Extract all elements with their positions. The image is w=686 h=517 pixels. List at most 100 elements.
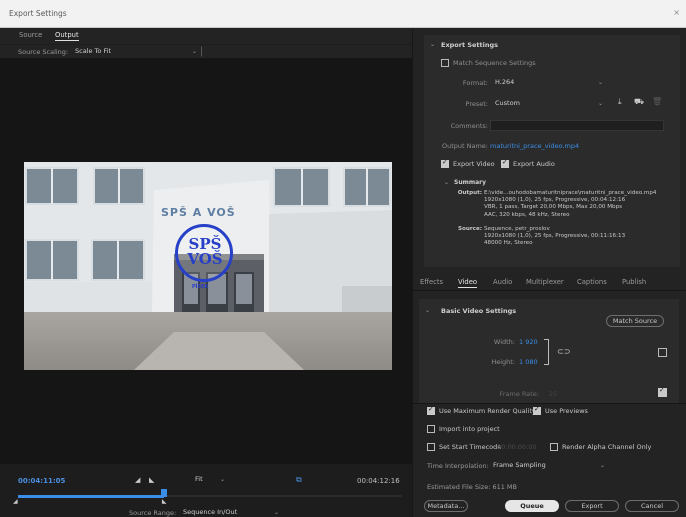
zoom-fit-dropdown[interactable]: Fit ⌄ — [190, 474, 230, 485]
summary-source-label: Source: — [458, 226, 482, 232]
chevron-down-icon: ⌄ — [597, 100, 603, 107]
export-video-label: Export Video — [453, 160, 495, 168]
use-previews-checkbox[interactable] — [533, 405, 541, 415]
source-scaling-dropdown[interactable]: Scale To Fit ⌄ — [70, 46, 202, 57]
source-scaling-value: Scale To Fit — [75, 47, 112, 55]
aspect-ratio-icon[interactable]: ⧉ — [296, 475, 302, 485]
chevron-down-icon: ⌄ — [191, 48, 197, 55]
queue-button[interactable]: Queue — [505, 500, 559, 512]
logo-subtitle: PÍSEK — [192, 284, 209, 290]
link-icon[interactable]: ⊂⊃ — [557, 347, 570, 356]
in-point-marker-icon[interactable]: ◢ — [13, 498, 18, 505]
collapse-chevron-icon[interactable]: ⌄ — [430, 41, 435, 48]
tab-multiplexer[interactable]: Multiplexer — [526, 278, 564, 286]
building-sign: SPŠ A VOŠ — [161, 206, 236, 219]
summary-chevron-icon[interactable]: ⌄ — [444, 179, 449, 186]
divider — [413, 403, 686, 404]
export-button[interactable]: Export — [565, 500, 619, 512]
set-out-point-icon[interactable]: ◣ — [149, 476, 154, 484]
tab-captions[interactable]: Captions — [577, 278, 607, 286]
estimated-file-size: Estimated File Size: 611 MB — [427, 483, 517, 491]
logo-text: SPŠ VOŠ — [187, 235, 223, 268]
use-previews-label: Use Previews — [545, 407, 588, 415]
set-start-timecode-label: Set Start Timecode — [439, 443, 502, 451]
zoom-fit-value: Fit — [195, 475, 203, 483]
height-value[interactable]: 1 080 — [519, 358, 538, 366]
summary-source-line: 1920x1080 (1,0), 25 fps, Progressive, 00… — [484, 233, 626, 240]
out-point-marker-icon[interactable]: ◣ — [162, 498, 167, 505]
chevron-down-icon: ⌄ — [219, 476, 225, 483]
tab-source[interactable]: Source — [19, 31, 42, 39]
source-range-label: Source Range: — [129, 509, 177, 517]
frame-rate-override-checkbox[interactable] — [658, 386, 667, 397]
close-icon[interactable]: × — [673, 8, 680, 17]
summary-source-line: Sequence, petr_proslov — [484, 226, 550, 232]
import-preset-icon[interactable]: ⛟ — [634, 97, 644, 107]
format-dropdown[interactable]: H.264 ⌄ — [490, 77, 608, 88]
cancel-button[interactable]: Cancel — [625, 500, 679, 512]
collapse-chevron-icon[interactable]: ⌄ — [425, 307, 430, 314]
format-value: H.264 — [495, 78, 515, 86]
export-audio-checkbox[interactable] — [501, 158, 509, 168]
summary-output-line: AAC, 320 kbps, 48 kHz, Stereo — [484, 211, 570, 218]
override-size-checkbox[interactable] — [658, 348, 667, 357]
output-name-label: Output Name: — [441, 142, 488, 150]
export-video-checkbox[interactable] — [441, 158, 449, 168]
source-range-dropdown[interactable]: Sequence In/Out ⌄ — [178, 507, 284, 517]
summary-source-details: Sequence, petr_proslov 1920x1080 (1,0), … — [484, 226, 680, 248]
current-timecode[interactable]: 00:04:11:05 — [18, 477, 65, 485]
video-frame: SPŠ A VOŠ SPŠ VOŠ PÍSEK — [24, 162, 392, 370]
tab-publish[interactable]: Publish — [622, 278, 646, 286]
end-timecode: 00:04:12:16 — [357, 477, 400, 485]
basic-video-settings-section: ⌄ Basic Video Settings Match Source Widt… — [419, 299, 679, 403]
import-into-project-label: Import into project — [439, 425, 500, 433]
save-preset-icon[interactable]: ⤓ — [618, 97, 622, 107]
time-interpolation-dropdown[interactable]: Frame Sampling ⌄ — [488, 460, 610, 471]
time-interpolation-label: Time Interpolation: — [427, 462, 489, 470]
start-timecode-value[interactable]: 00:00:00:00 — [497, 443, 537, 451]
import-into-project-checkbox[interactable] — [427, 425, 435, 433]
max-render-quality-checkbox[interactable] — [427, 405, 435, 415]
aspect-link-bracket — [544, 339, 549, 365]
match-sequence-checkbox[interactable] — [441, 59, 449, 67]
source-output-tabs: Source Output — [0, 29, 412, 44]
source-scaling-bar: Source Scaling: Scale To Fit ⌄ — [0, 45, 412, 59]
source-range-value: Sequence In/Out — [183, 508, 238, 516]
delete-preset-icon[interactable]: 🗑 — [652, 97, 662, 106]
width-label: Width: — [493, 338, 515, 346]
match-source-button[interactable]: Match Source — [606, 315, 664, 327]
export-audio-label: Export Audio — [513, 160, 555, 168]
metadata-button[interactable]: Metadata... — [424, 500, 468, 512]
max-render-quality-label: Use Maximum Render Quality — [439, 407, 536, 415]
tab-audio[interactable]: Audio — [493, 278, 512, 286]
summary-output-details: E:\vide...ouhodobamaturitniprace\maturit… — [484, 190, 680, 219]
tab-video[interactable]: Video — [458, 278, 478, 288]
tab-effects[interactable]: Effects — [420, 278, 443, 286]
format-label: Format: — [462, 79, 488, 87]
width-value[interactable]: 1 920 — [519, 338, 538, 346]
timeline-range-fill — [18, 495, 164, 498]
time-interpolation-value: Frame Sampling — [493, 461, 546, 469]
playhead[interactable] — [160, 489, 167, 497]
preset-dropdown[interactable]: Custom ⌄ — [490, 98, 608, 109]
set-in-point-icon[interactable]: ◢ — [135, 476, 140, 484]
summary-output-line: 1920x1080 (1,0), 25 fps, Progressive, 00… — [484, 197, 626, 204]
tab-output[interactable]: Output — [55, 31, 79, 41]
frame-rate-label: Frame Rate: — [499, 390, 539, 398]
window-title: Export Settings — [9, 9, 67, 18]
timeline-area: 00:04:11:05 ◢ ◣ Fit ⌄ ⧉ 00:04:12:16 ◢ ◣ … — [0, 470, 412, 517]
summary-source-line: 48000 Hz, Stereo — [484, 240, 533, 247]
set-start-timecode-checkbox[interactable] — [427, 443, 435, 451]
comments-input[interactable] — [490, 120, 664, 131]
output-name-link[interactable]: maturitni_prace_video.mp4 — [490, 142, 579, 150]
export-settings-section: ⌄ Export Settings Match Sequence Setting… — [424, 35, 680, 267]
frame-rate-value[interactable]: 25 — [549, 390, 557, 398]
export-settings-header: Export Settings — [441, 41, 499, 49]
basic-video-header: Basic Video Settings — [441, 307, 517, 315]
summary-header: Summary — [454, 179, 487, 186]
summary-output-line: VBR, 1 pass, Target 20,00 Mbps, Max 20,0… — [484, 204, 623, 211]
render-alpha-label: Render Alpha Channel Only — [562, 443, 652, 451]
summary-output-label: Output: — [457, 190, 482, 196]
comments-label: Comments: — [450, 122, 488, 130]
render-alpha-checkbox[interactable] — [550, 443, 558, 451]
